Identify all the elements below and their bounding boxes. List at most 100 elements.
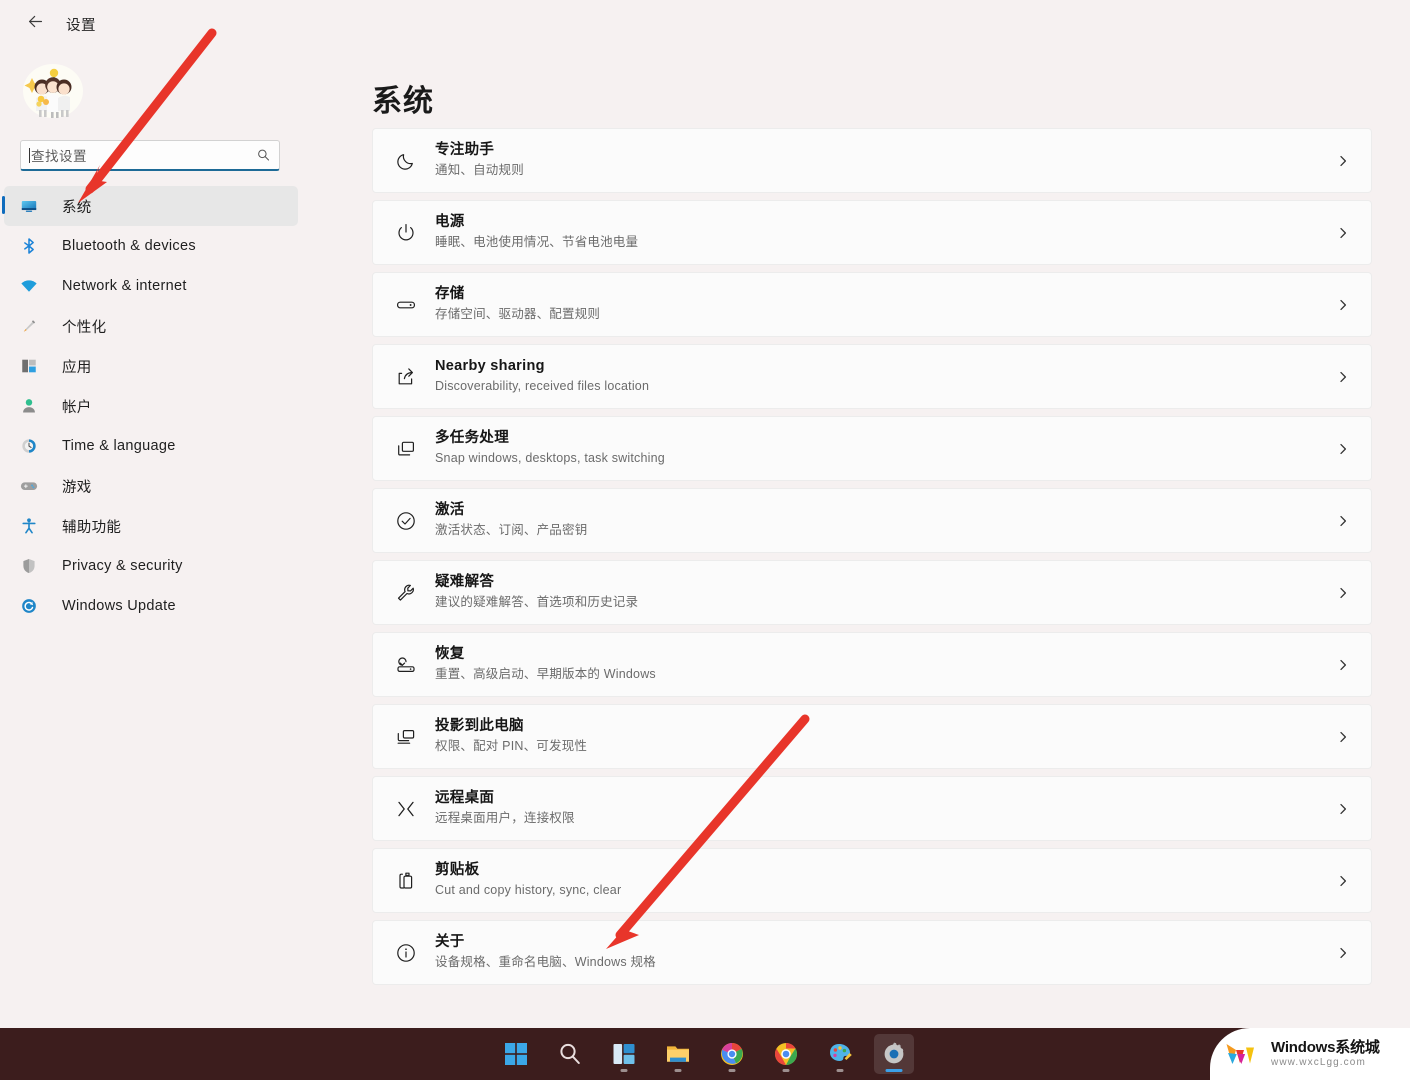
sidebar-item-accounts[interactable]: 帐户	[4, 386, 298, 426]
card-title: 多任务处理	[435, 429, 509, 446]
search-input[interactable]: 查找设置	[20, 140, 280, 171]
settings-card-recovery[interactable]: 恢复 重置、高级启动、早期版本的 Windows	[372, 632, 1372, 697]
chevron-right-icon[interactable]	[1337, 587, 1349, 599]
browser-button[interactable]	[712, 1034, 752, 1074]
avatar[interactable]	[18, 58, 88, 120]
card-subtitle: Snap windows, desktops, task switching	[435, 451, 665, 466]
chevron-right-icon[interactable]	[1337, 515, 1349, 527]
running-indicator	[728, 1069, 736, 1072]
settings-card-storage[interactable]: 存储 存储空间、驱动器、配置规则	[372, 272, 1372, 337]
running-indicator	[782, 1069, 790, 1072]
card-title: 专注助手	[435, 141, 495, 158]
card-title: 电源	[435, 213, 465, 230]
sidebar-nav: 系统 Bluetooth & devices Network & interne…	[0, 186, 310, 626]
card-subtitle: 建议的疑难解答、首选项和历史记录	[435, 595, 639, 610]
card-title: 远程桌面	[435, 789, 495, 806]
start-button[interactable]	[496, 1034, 536, 1074]
chevron-right-icon[interactable]	[1337, 155, 1349, 167]
back-button[interactable]	[16, 8, 54, 40]
card-text: 投影到此电脑 权限、配对 PIN、可发现性	[435, 717, 587, 756]
chrome-button[interactable]	[766, 1034, 806, 1074]
chevron-right-icon[interactable]	[1337, 803, 1349, 815]
sidebar-item-label: 个性化	[62, 319, 107, 336]
chevron-right-icon[interactable]	[1337, 947, 1349, 959]
sidebar-item-system[interactable]: 系统	[2, 186, 298, 226]
sidebar-item-time-language[interactable]: Time & language	[4, 426, 298, 466]
settings-card-activation[interactable]: 激活 激活状态、订阅、产品密钥	[372, 488, 1372, 553]
chevron-right-icon[interactable]	[1337, 659, 1349, 671]
active-indicator	[885, 1069, 903, 1072]
settings-card-nearby-sharing[interactable]: Nearby sharing Discoverability, received…	[372, 344, 1372, 409]
card-subtitle: 权限、配对 PIN、可发现性	[435, 739, 588, 754]
sidebar-item-network-internet[interactable]: Network & internet	[4, 266, 298, 306]
chevron-right-icon[interactable]	[1337, 443, 1349, 455]
personalization-brush-icon	[18, 315, 40, 337]
chevron-right-icon[interactable]	[1337, 299, 1349, 311]
sidebar-item-label: Network & internet	[62, 278, 187, 294]
remote-desktop-icon	[389, 798, 423, 820]
card-title: 恢复	[435, 645, 465, 662]
card-subtitle: Cut and copy history, sync, clear	[435, 883, 622, 898]
accounts-person-icon	[18, 395, 40, 417]
settings-window: 设置 查找设置 系统 Bluetooth & devices Network &…	[0, 0, 1410, 1080]
search-field-wrapper[interactable]: 查找设置	[20, 140, 280, 171]
settings-card-about[interactable]: 关于 设备规格、重命名电脑、Windows 规格	[372, 920, 1372, 985]
card-text: 激活 激活状态、订阅、产品密钥	[435, 501, 587, 540]
clipboard-icon	[389, 870, 423, 892]
search-placeholder: 查找设置	[31, 149, 87, 164]
apps-icon	[18, 355, 40, 377]
settings-card-power[interactable]: 电源 睡眠、电池使用情况、节省电池电量	[372, 200, 1372, 265]
card-text: 电源 睡眠、电池使用情况、节省电池电量	[435, 213, 638, 252]
sidebar-item-bluetooth-devices[interactable]: Bluetooth & devices	[4, 226, 298, 266]
settings-card-clipboard[interactable]: 剪贴板 Cut and copy history, sync, clear	[372, 848, 1372, 913]
card-title: 关于	[435, 933, 465, 950]
card-text: 疑难解答 建议的疑难解答、首选项和历史记录	[435, 573, 638, 612]
widgets-button[interactable]	[604, 1034, 644, 1074]
back-arrow-icon	[27, 13, 44, 35]
settings-card-multitasking[interactable]: 多任务处理 Snap windows, desktops, task switc…	[372, 416, 1372, 481]
chevron-right-icon[interactable]	[1337, 227, 1349, 239]
sidebar-item-personalization[interactable]: 个性化	[4, 306, 298, 346]
chrome-icon	[773, 1041, 799, 1067]
settings-card-troubleshoot[interactable]: 疑难解答 建议的疑难解答、首选项和历史记录	[372, 560, 1372, 625]
update-refresh-icon	[18, 595, 40, 617]
chevron-right-icon[interactable]	[1337, 731, 1349, 743]
page-title: 系统	[372, 85, 434, 118]
sidebar-item-label: Time & language	[62, 438, 176, 454]
card-text: 存储 存储空间、驱动器、配置规则	[435, 285, 600, 324]
paint-button[interactable]	[820, 1034, 860, 1074]
sidebar-item-accessibility[interactable]: 辅助功能	[4, 506, 298, 546]
card-title: Nearby sharing	[435, 357, 545, 374]
storage-drive-icon	[389, 294, 423, 316]
card-text: 剪贴板 Cut and copy history, sync, clear	[435, 861, 621, 900]
card-title: 疑难解答	[435, 573, 495, 590]
card-text: 关于 设备规格、重命名电脑、Windows 规格	[435, 933, 656, 972]
settings-card-focus-assist[interactable]: 专注助手 通知、自动规则	[372, 128, 1372, 193]
bluetooth-icon	[18, 235, 40, 257]
gear-icon	[881, 1041, 907, 1067]
file-explorer-button[interactable]	[658, 1034, 698, 1074]
running-indicator	[836, 1069, 844, 1072]
sidebar-item-gaming[interactable]: 游戏	[4, 466, 298, 506]
sidebar-item-apps[interactable]: 应用	[4, 346, 298, 386]
sidebar-item-label: 系统	[62, 199, 92, 216]
card-text: 多任务处理 Snap windows, desktops, task switc…	[435, 429, 665, 468]
settings-button[interactable]	[874, 1034, 914, 1074]
sidebar-item-windows-update[interactable]: Windows Update	[4, 586, 298, 626]
search-icon[interactable]	[257, 149, 270, 162]
taskbar: Windows系统城 www.wxcLgg.com	[0, 1028, 1410, 1080]
watermark-url: www.wxcLgg.com	[1271, 1056, 1366, 1068]
window-title: 设置	[66, 17, 96, 34]
chevron-right-icon[interactable]	[1337, 875, 1349, 887]
search-button[interactable]	[550, 1034, 590, 1074]
main-content: 系统 专注助手 通知、自动规则 电源 睡眠、电池使用情况、节省电池电量 存储 存…	[310, 48, 1410, 1028]
search-icon	[557, 1041, 583, 1067]
chevron-right-icon[interactable]	[1337, 371, 1349, 383]
sidebar: 查找设置 系统 Bluetooth & devices Network & in…	[0, 48, 310, 1028]
paint-palette-icon	[827, 1041, 853, 1067]
settings-card-projecting[interactable]: 投影到此电脑 权限、配对 PIN、可发现性	[372, 704, 1372, 769]
sidebar-item-label: 帐户	[62, 399, 92, 416]
clock-icon	[18, 435, 40, 457]
settings-card-remote-desktop[interactable]: 远程桌面 远程桌面用户，连接权限	[372, 776, 1372, 841]
sidebar-item-privacy-security[interactable]: Privacy & security	[4, 546, 298, 586]
